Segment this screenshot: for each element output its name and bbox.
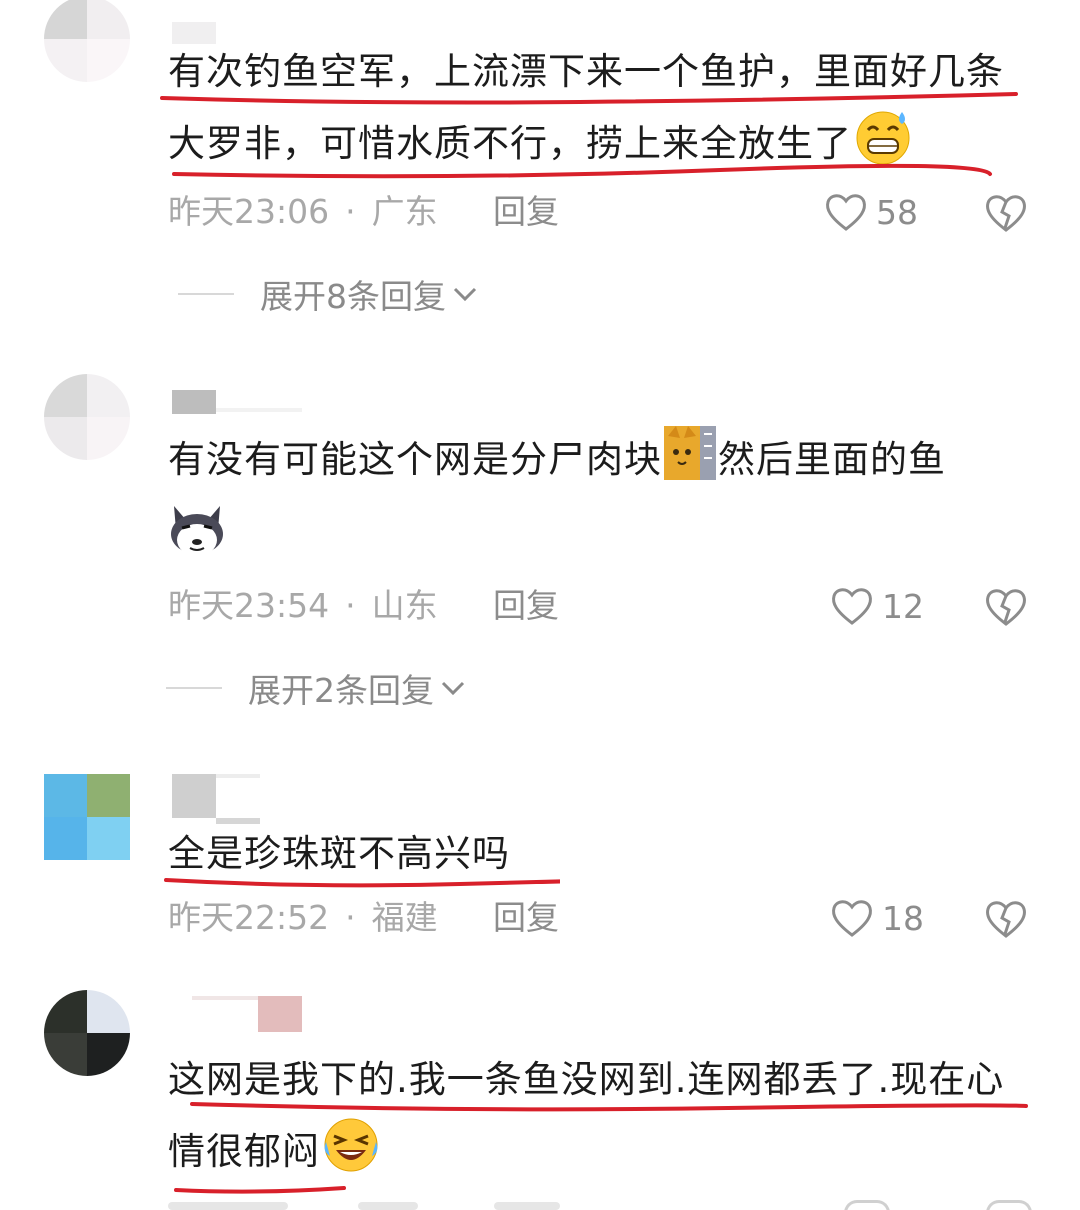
- broken-heart-icon[interactable]: [984, 898, 1028, 942]
- expand-replies-label: 展开2条回复: [248, 671, 434, 710]
- separator-dot: ·: [345, 586, 356, 625]
- comment-text: 有没有可能这个网是分尸肉块 然后里面的鱼: [168, 424, 1028, 568]
- cropped-meta-row: [168, 1196, 1048, 1210]
- reply-button[interactable]: 回复: [493, 192, 559, 232]
- red-underline: [164, 878, 560, 888]
- broken-heart-icon[interactable]: [984, 586, 1028, 630]
- username[interactable]: [172, 390, 312, 414]
- timestamp: 昨天22:52: [168, 898, 330, 937]
- divider: [178, 293, 234, 295]
- like-count: 58: [876, 192, 918, 232]
- red-underline: [174, 1102, 1028, 1194]
- like-button[interactable]: 18: [830, 896, 924, 940]
- location: 山东: [371, 586, 438, 625]
- divider: [166, 687, 222, 689]
- cat-emoji-icon: [664, 424, 718, 482]
- comment-meta: 昨天22:52 · 福建: [168, 898, 438, 938]
- expand-replies-label: 展开8条回复: [260, 277, 446, 316]
- expand-replies-button[interactable]: 展开8条回复: [178, 274, 478, 316]
- username[interactable]: [172, 774, 272, 824]
- like-count: 18: [882, 898, 924, 938]
- like-count: 12: [882, 586, 924, 626]
- chevron-down-icon: [453, 287, 477, 302]
- heart-icon: [826, 194, 866, 231]
- avatar[interactable]: [44, 990, 130, 1076]
- username[interactable]: [172, 996, 312, 1032]
- avatar[interactable]: [44, 0, 130, 82]
- comment-meta: 昨天23:54 · 山东: [168, 586, 438, 626]
- like-button[interactable]: 58: [824, 190, 918, 234]
- heart-icon: [832, 588, 872, 625]
- comment-meta: 昨天23:06 · 广东: [168, 192, 438, 232]
- location: 广东: [371, 192, 438, 231]
- avatar[interactable]: [44, 374, 130, 460]
- red-underline: [160, 92, 1018, 179]
- like-button[interactable]: 12: [830, 584, 924, 628]
- husky-emoji-icon: [168, 500, 226, 558]
- heart-icon: [832, 900, 872, 937]
- chevron-down-icon: [441, 681, 465, 696]
- reply-button[interactable]: 回复: [493, 586, 559, 626]
- separator-dot: ·: [345, 192, 356, 231]
- reply-button[interactable]: 回复: [493, 898, 559, 938]
- timestamp: 昨天23:06: [168, 192, 330, 231]
- expand-replies-button[interactable]: 展开2条回复: [166, 668, 466, 710]
- broken-heart-icon[interactable]: [984, 192, 1028, 236]
- separator-dot: ·: [345, 898, 356, 937]
- timestamp: 昨天23:54: [168, 586, 330, 625]
- avatar[interactable]: [44, 774, 130, 860]
- location: 福建: [371, 898, 438, 937]
